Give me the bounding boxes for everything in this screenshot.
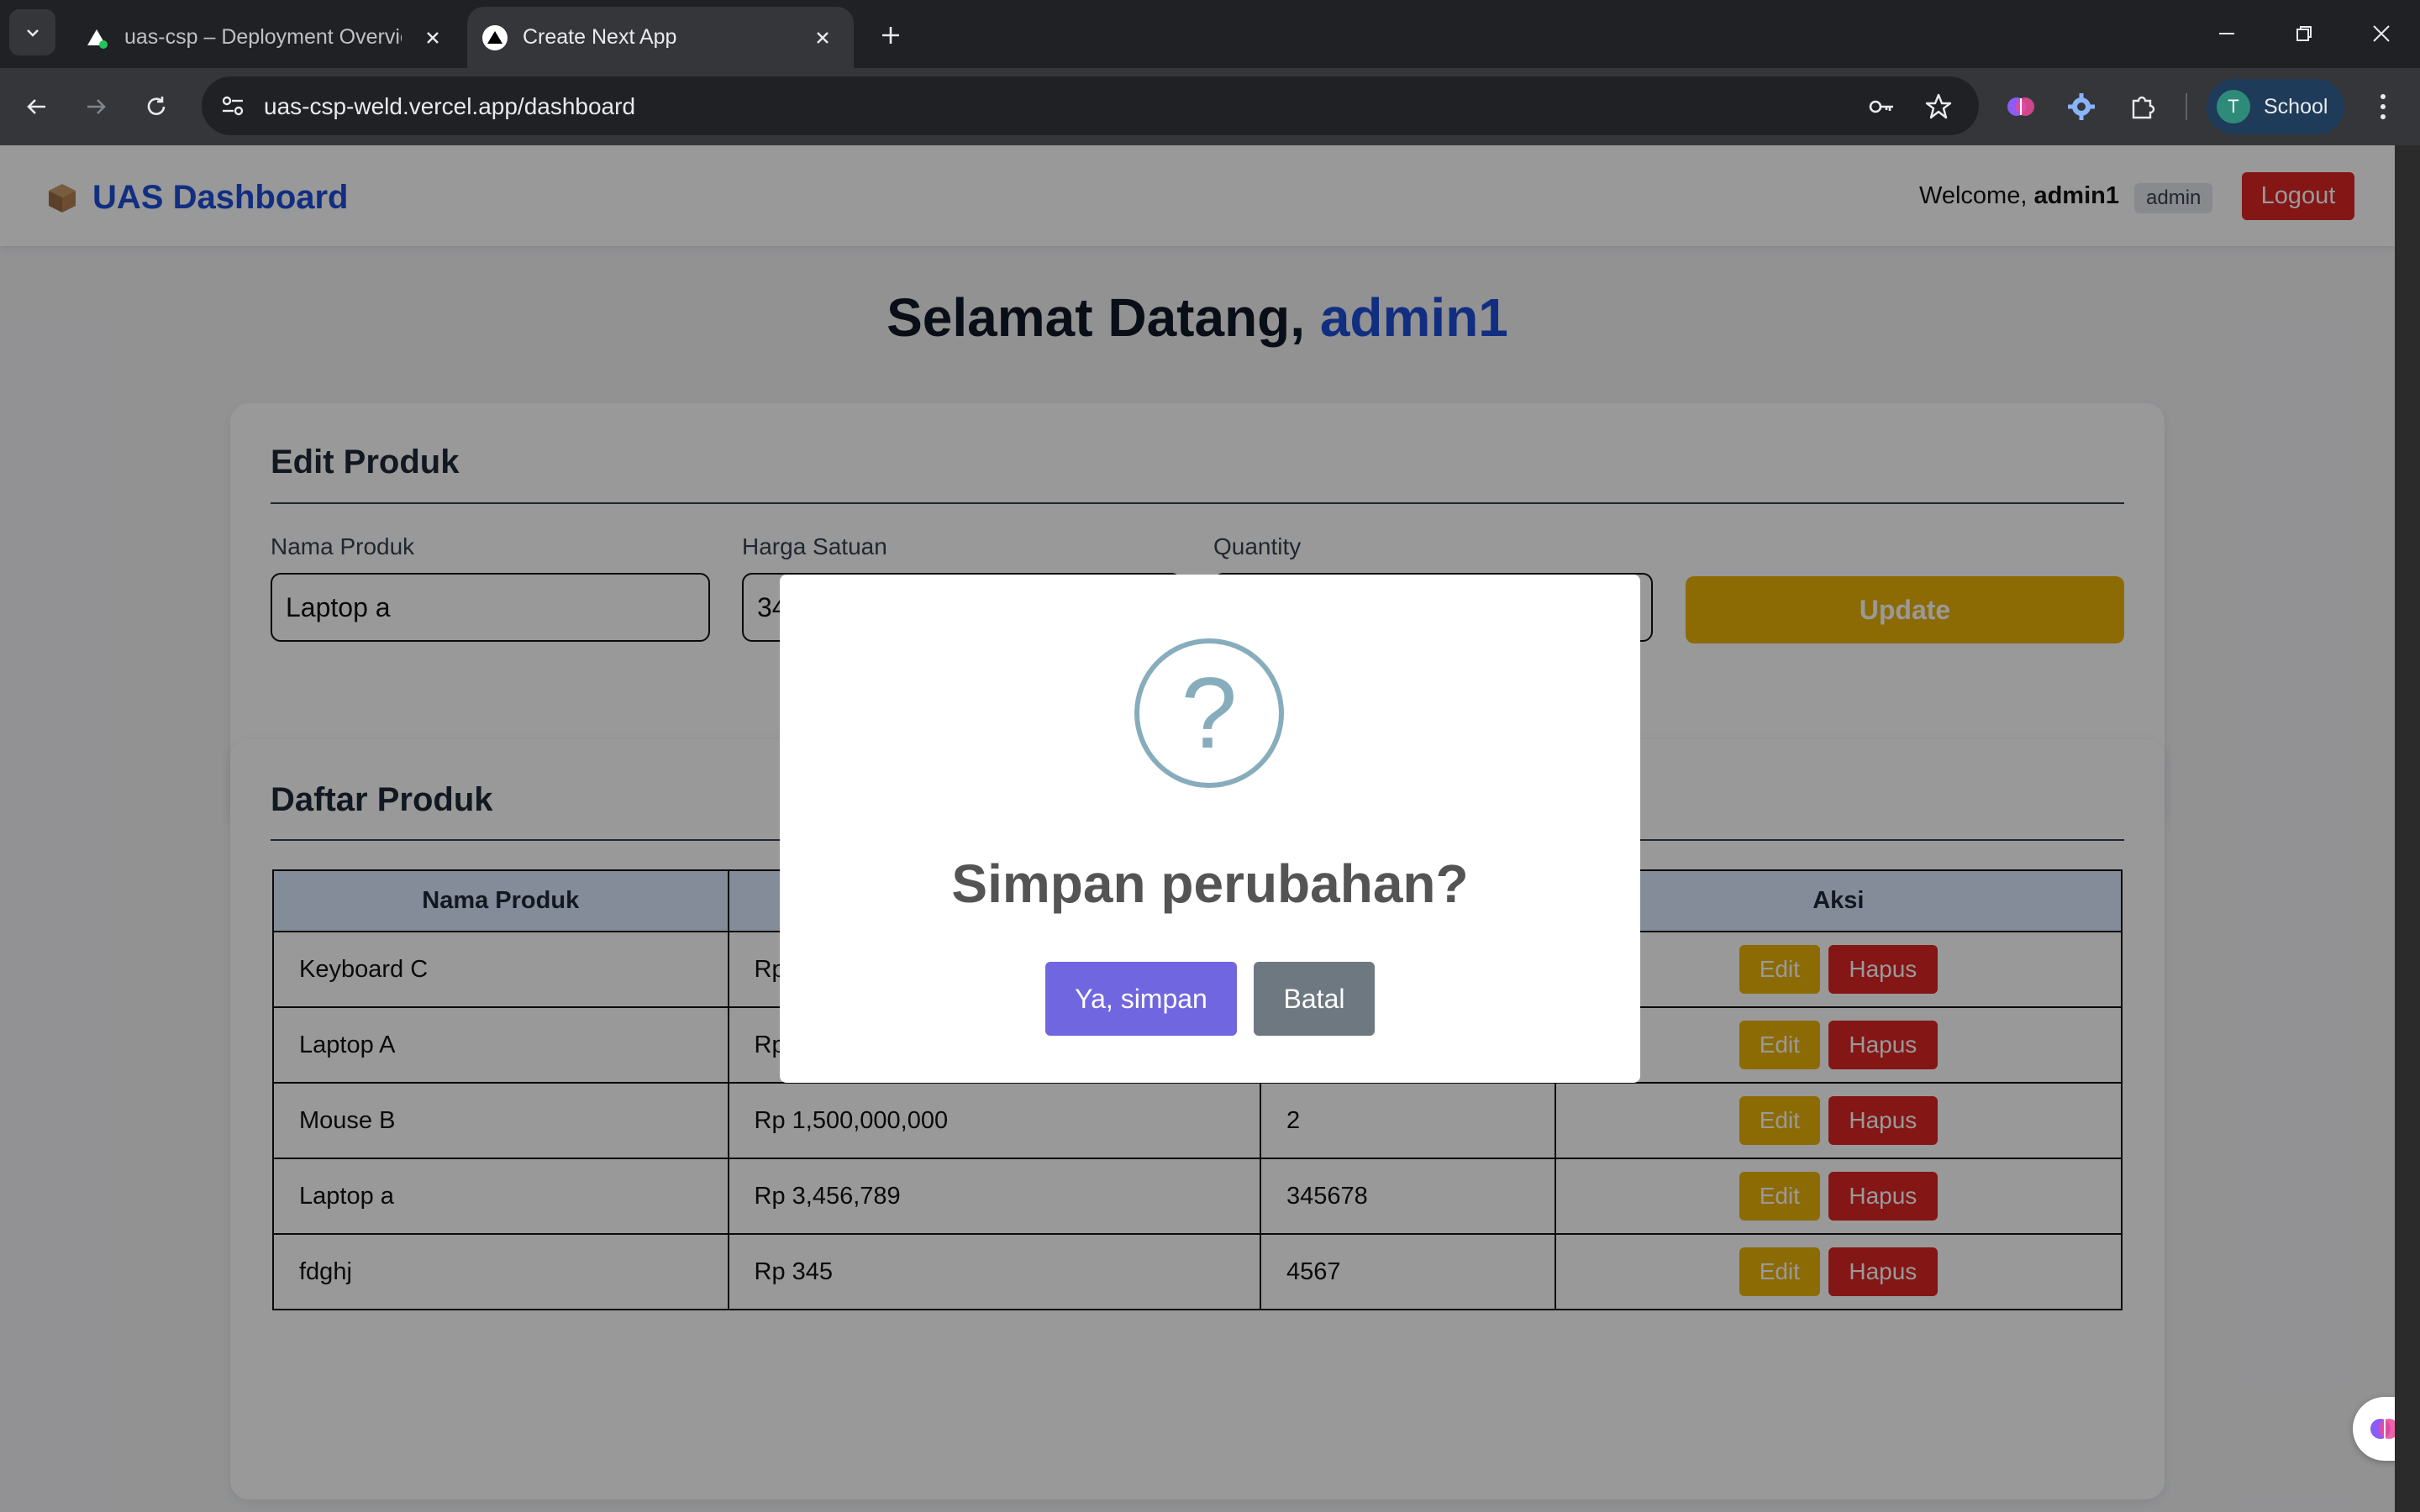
- address-bar[interactable]: uas-csp-weld.vercel.app/dashboard: [202, 76, 1979, 135]
- restore-icon: [2296, 26, 2312, 41]
- question-icon: ?: [1134, 638, 1284, 788]
- site-info-icon[interactable]: [218, 92, 247, 120]
- minimize-icon: [2219, 33, 2234, 34]
- cancel-button[interactable]: Batal: [1254, 962, 1375, 1036]
- star-icon[interactable]: [1922, 90, 1955, 123]
- confirm-save-button[interactable]: Ya, simpan: [1045, 962, 1237, 1036]
- brain-icon: [2370, 1419, 2395, 1439]
- close-icon[interactable]: [810, 25, 835, 50]
- profile-button[interactable]: T School: [2207, 79, 2344, 134]
- brain-extension-icon[interactable]: [2001, 87, 2041, 127]
- restore-button[interactable]: [2279, 15, 2329, 52]
- dialog-title: Simpan perubahan?: [951, 853, 1469, 914]
- avatar: T: [2217, 90, 2250, 123]
- plus-icon: [882, 27, 899, 44]
- kebab-menu-icon: [2381, 94, 2386, 119]
- toolbar-divider: [2186, 93, 2187, 120]
- new-tab-button[interactable]: [874, 18, 908, 52]
- vercel-icon: [482, 24, 508, 50]
- browser-chrome: uas-csp – Deployment Overview Create Nex…: [0, 0, 2420, 145]
- tab-title: Create Next App: [523, 25, 677, 49]
- close-icon: [2373, 25, 2390, 42]
- more-menu-button[interactable]: [2363, 87, 2403, 127]
- tab-search-button[interactable]: [9, 9, 55, 55]
- puzzle-icon[interactable]: [2123, 87, 2163, 127]
- page-scrollbar[interactable]: [2395, 145, 2420, 1512]
- tab-title: uas-csp – Deployment Overview: [124, 25, 402, 49]
- forward-button[interactable]: [76, 87, 116, 127]
- reload-icon: [147, 97, 166, 115]
- arrow-right-icon: [87, 99, 106, 114]
- gear-extension-icon[interactable]: [2061, 87, 2102, 127]
- window-close-button[interactable]: [2356, 15, 2407, 52]
- close-icon[interactable]: [420, 25, 445, 50]
- minimize-button[interactable]: [2202, 15, 2252, 52]
- chevron-down-icon: [26, 29, 39, 37]
- url-text: uas-csp-weld.vercel.app/dashboard: [264, 93, 636, 119]
- arrow-left-icon: [27, 99, 45, 114]
- tab-create-next-app[interactable]: Create Next App: [467, 7, 854, 68]
- profile-name: School: [2264, 94, 2328, 118]
- confirm-dialog: ? Simpan perubahan? Ya, simpan Batal: [780, 575, 1640, 1083]
- browser-toolbar: uas-csp-weld.vercel.app/dashboard T Scho…: [0, 68, 2420, 145]
- tab-deployment-overview[interactable]: uas-csp – Deployment Overview: [69, 7, 464, 68]
- page-viewport: UAS Dashboard Welcome, admin1 admin Logo…: [0, 145, 2395, 1512]
- reload-button[interactable]: [136, 87, 176, 127]
- password-key-icon[interactable]: [1865, 90, 1898, 123]
- back-button[interactable]: [17, 87, 57, 127]
- vercel-icon: [84, 24, 109, 50]
